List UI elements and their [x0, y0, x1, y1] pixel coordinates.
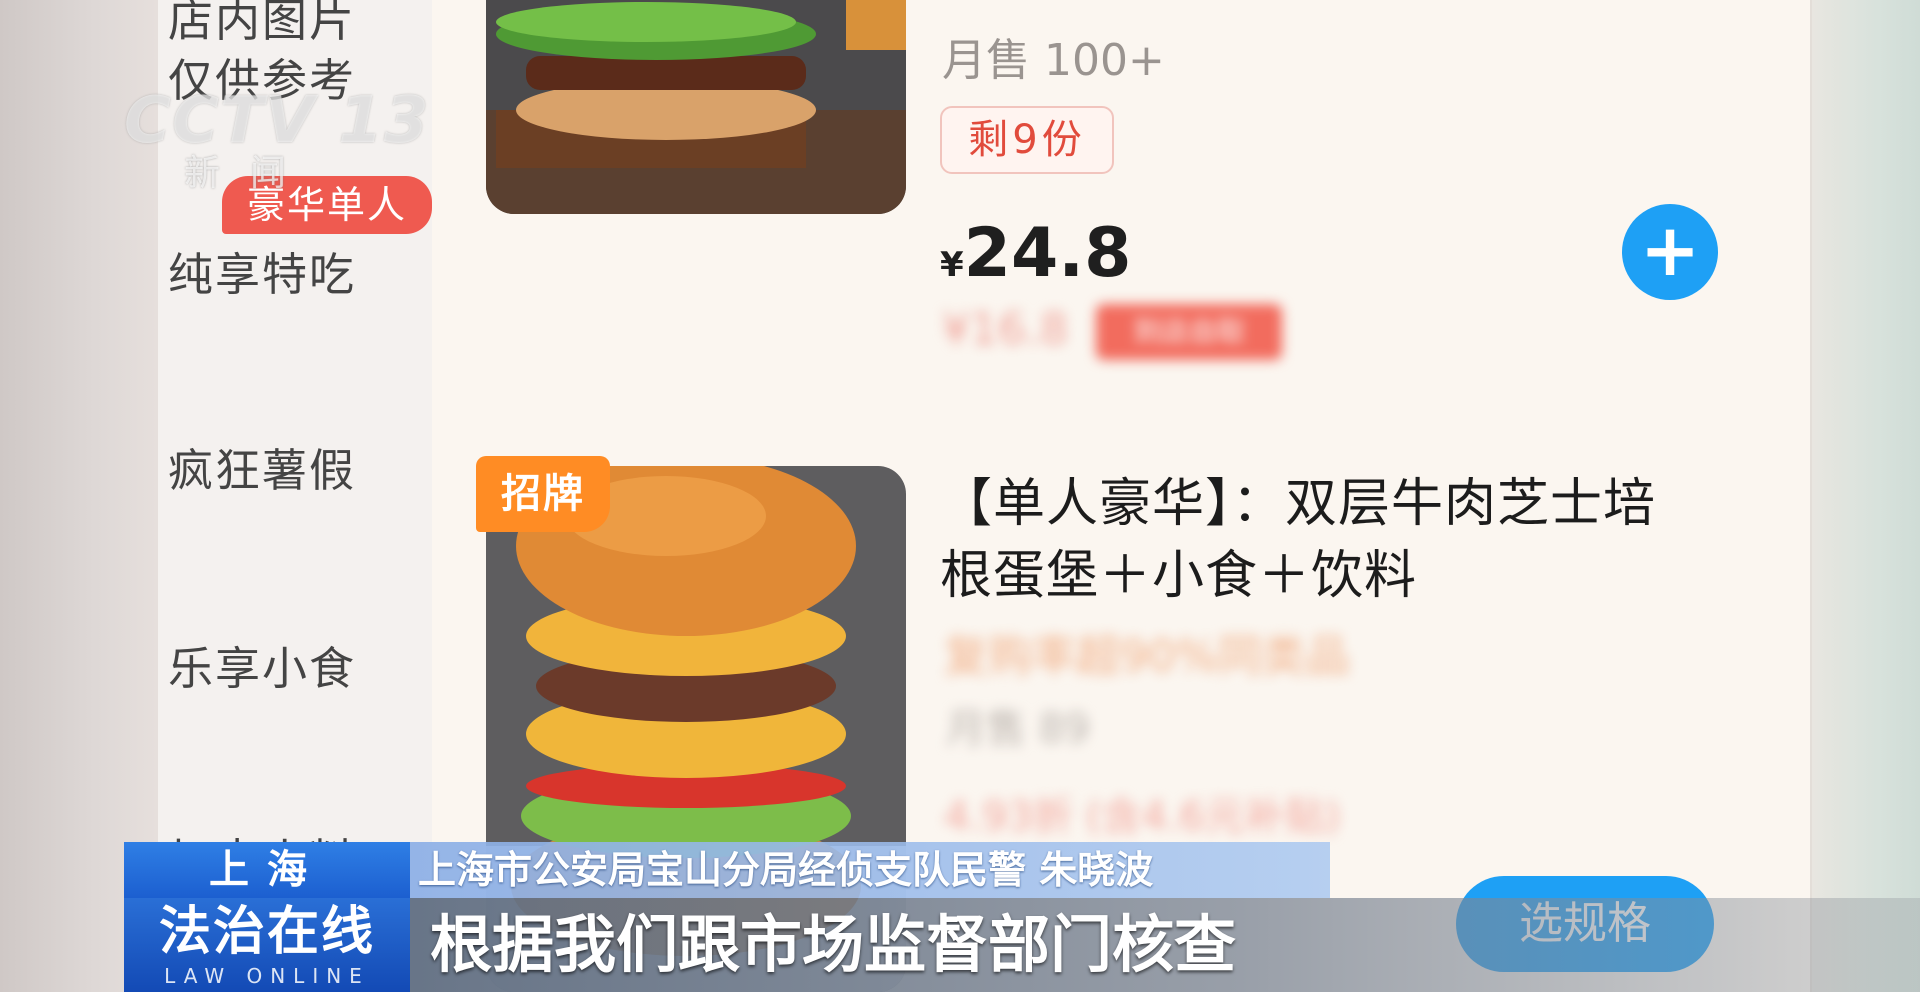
item-title[interactable]: 【单人豪华】：双层牛肉芝士培 根蛋堡＋小食＋饮料	[940, 468, 1656, 612]
plus-icon: +	[1639, 208, 1701, 292]
repurchase-rate: 复购率超90%同类品	[944, 631, 1350, 682]
add-to-cart-button[interactable]: +	[1622, 204, 1718, 300]
speaker-caption: 上海市公安局宝山分局经侦支队民警 朱晓波	[410, 842, 1330, 898]
stock-badge: 剩9份	[940, 106, 1114, 174]
pickup-price-tag: 到店自取	[1096, 304, 1282, 360]
price: ¥24.8	[940, 214, 1131, 293]
cctv-logo-channel: 新闻	[184, 153, 317, 194]
monthly-sales: 月售 100+	[942, 35, 1165, 86]
program-logo: 法治在线 LAW ONLINE	[124, 898, 410, 992]
item-title-line1: 【单人豪华】：双层牛肉芝士培	[940, 474, 1657, 534]
original-price: ¥16.8	[942, 304, 1068, 355]
monthly-sales-2: 月售 89	[946, 706, 1090, 752]
program-name-en: LAW ONLINE	[164, 964, 370, 988]
burger-image-1[interactable]	[486, 0, 906, 214]
currency-symbol: ¥	[940, 245, 964, 285]
price-value: 24.8	[963, 214, 1132, 293]
item-title-line2: 根蛋堡＋小食＋饮料	[940, 546, 1418, 606]
sidebar-item-snacks[interactable]: 乐享小食	[168, 632, 356, 697]
sidebar-item-store-photos[interactable]: 店内图片	[168, 0, 356, 49]
location-label: 上海	[124, 842, 410, 898]
sidebar-item-pure-enjoy[interactable]: 纯享特吃	[168, 238, 356, 303]
subtitle: 根据我们跟市场监督部门核查	[410, 898, 1920, 992]
program-name-cn: 法治在线	[158, 902, 375, 962]
sidebar-item-crazy-fries[interactable]: 疯狂薯假	[168, 434, 356, 499]
signature-badge: 招牌	[476, 456, 610, 532]
blurred-backdrop-right	[1812, 0, 1920, 992]
discount-info: 4.93折 (含4.6元补贴)	[944, 794, 1341, 840]
